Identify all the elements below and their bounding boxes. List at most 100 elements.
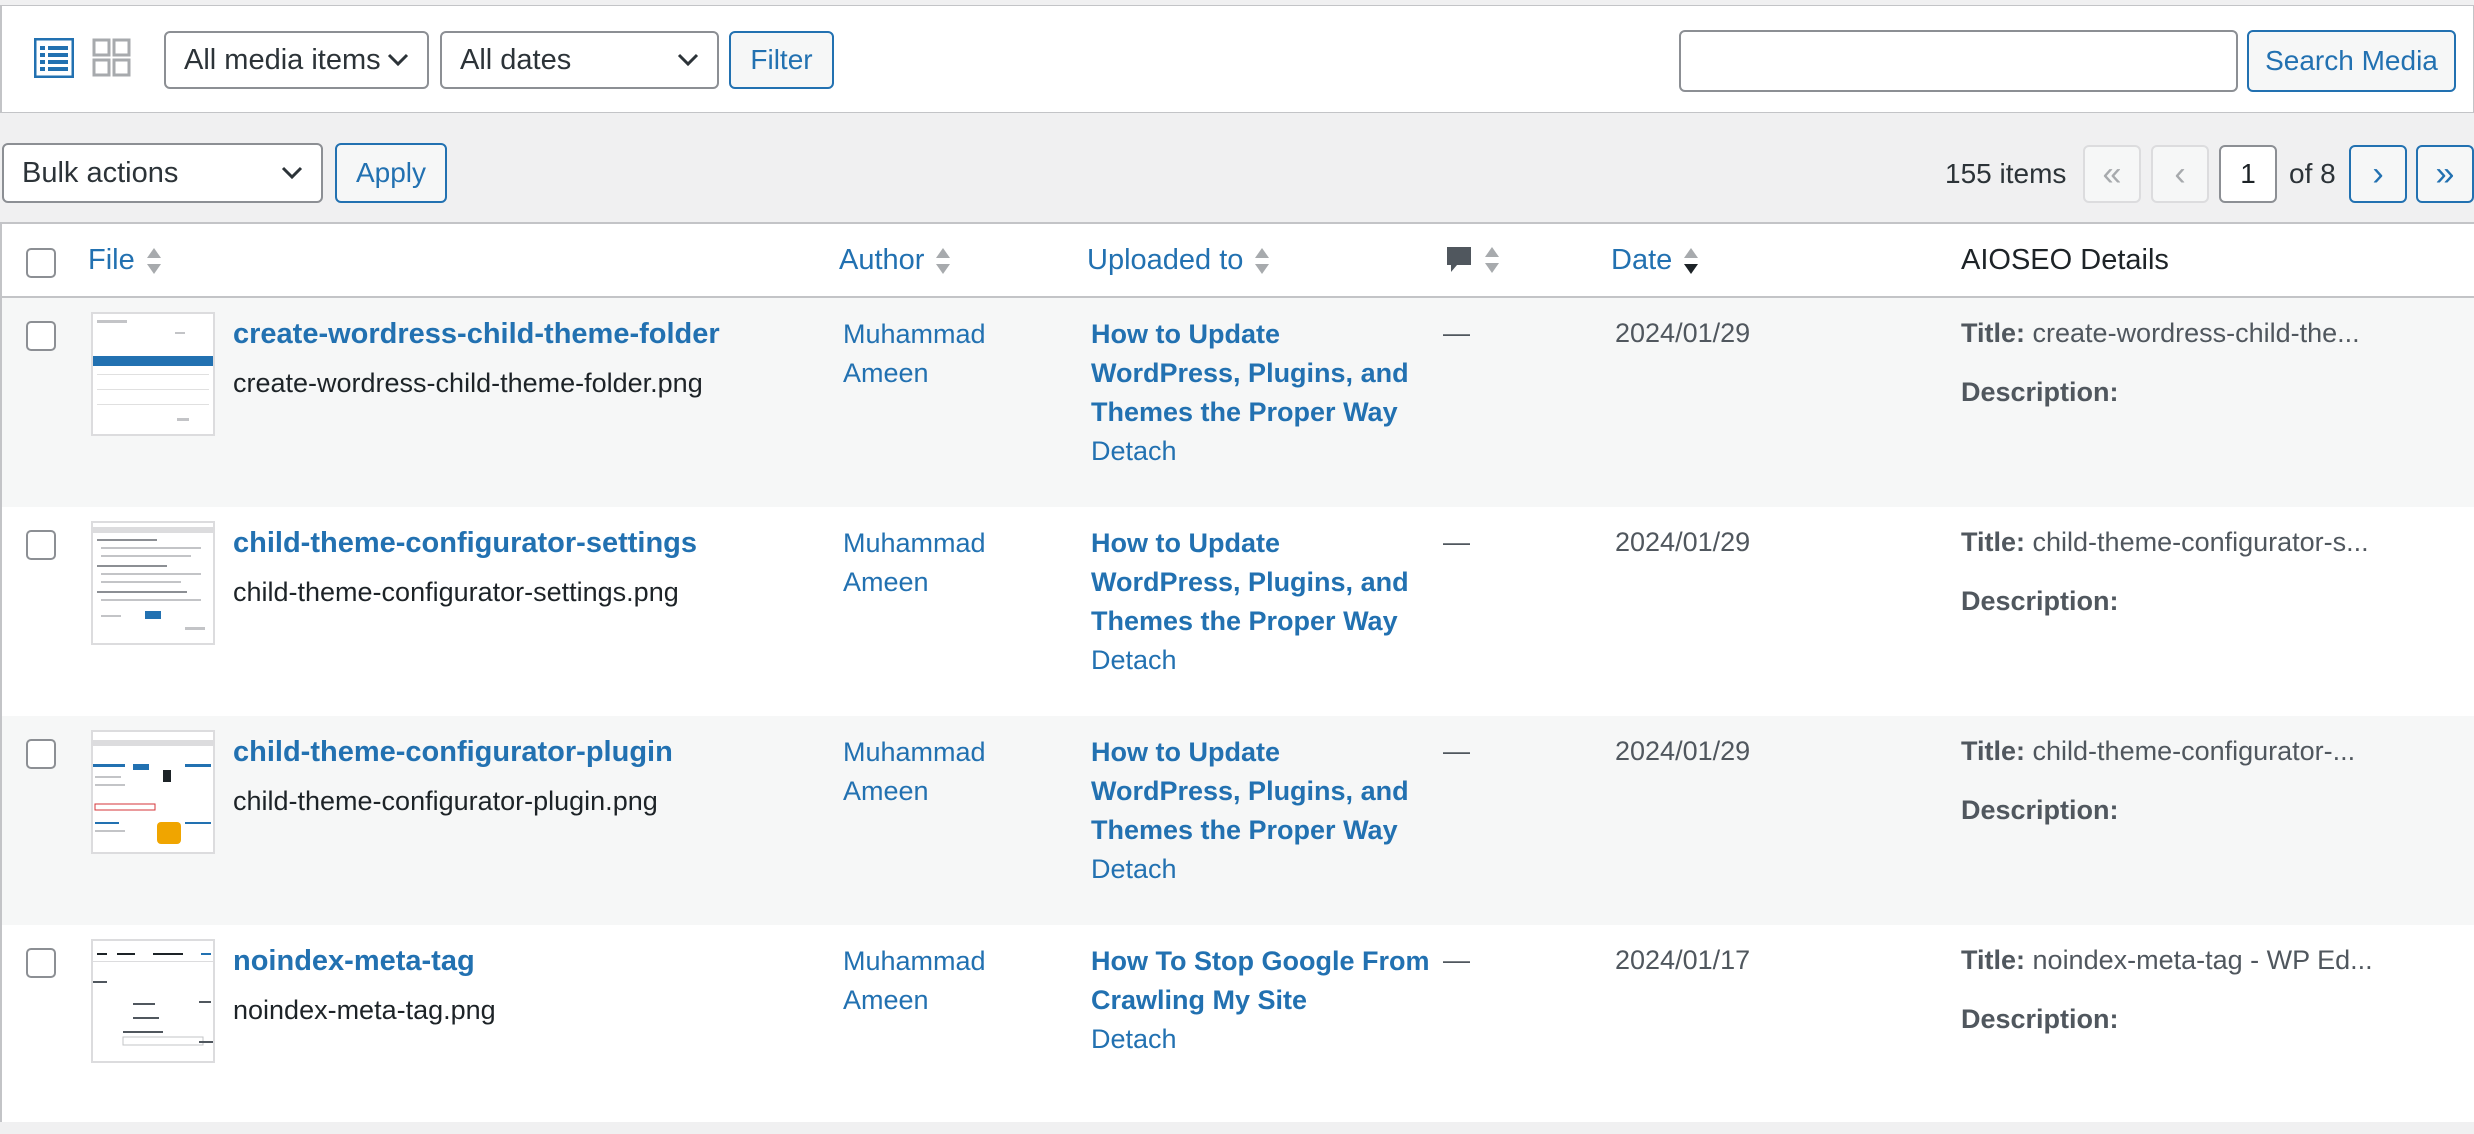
aioseo-title-label: Title: [1961,945,2026,975]
uploaded-to-cell: How to Update WordPress, Plugins, and Th… [1091,524,1431,680]
media-type-select-value: All media items [184,43,381,76]
media-title-link[interactable]: create-wordress-child-theme-folder [233,318,720,351]
sort-icon [1255,247,1270,274]
sort-icon [936,247,951,274]
table-row: child-theme-configurator-settings child-… [2,507,2474,716]
media-table: File Author Uploaded to Date AIOSEO Deta… [0,222,2474,1122]
column-uploaded-to-label: Uploaded to [1087,244,1244,276]
column-comments[interactable] [1445,244,1501,276]
media-toolbar: All media items All dates Filter Search … [0,5,2474,113]
grid-view-icon[interactable] [92,38,134,80]
aioseo-title-label: Title: [1961,527,2026,557]
comment-count: — [1443,318,1470,348]
author-last-name: Ameen [843,776,929,806]
next-page-button[interactable]: › [2349,145,2407,203]
media-thumbnail[interactable] [91,730,215,854]
table-row: child-theme-configurator-plugin child-th… [2,716,2474,925]
list-view-icon[interactable] [33,37,76,80]
parent-post-link[interactable]: How to Update WordPress, Plugins, and Th… [1091,737,1409,845]
bulk-actions-value: Bulk actions [22,156,179,189]
row-checkbox[interactable] [26,321,56,351]
search-input[interactable] [1679,30,2238,92]
aioseo-title: Title: create-wordress-child-the... [1961,318,2360,349]
comment-count: — [1443,527,1470,557]
column-date-label: Date [1611,244,1673,276]
aioseo-title-label: Title: [1961,736,2026,766]
aioseo-title-value: child-theme-configurator-... [2032,736,2356,766]
aioseo-title: Title: child-theme-configurator-... [1961,736,2355,767]
column-file[interactable]: File [88,244,163,277]
date-select-value: All dates [460,43,572,76]
column-author-label: Author [839,244,925,276]
media-thumbnail[interactable] [91,939,215,1063]
uploaded-to-cell: How to Update WordPress, Plugins, and Th… [1091,733,1431,889]
author-first-name: Muhammad [843,946,986,976]
aioseo-title-value: noindex-meta-tag - WP Ed... [2032,945,2373,975]
sort-icon [1485,247,1499,273]
column-aioseo: AIOSEO Details [1961,244,2169,276]
aioseo-title: Title: noindex-meta-tag - WP Ed... [1961,945,2373,976]
aioseo-title-value: child-theme-configurator-s... [2032,527,2369,557]
column-author[interactable]: Author [839,244,952,277]
upload-date: 2024/01/29 [1615,736,1751,766]
media-filename: child-theme-configurator-plugin.png [233,786,658,816]
sort-desc-icon [1684,247,1699,274]
table-row: noindex-meta-tag noindex-meta-tag.png Mu… [2,925,2474,1134]
search-media-button[interactable]: Search Media [2247,30,2456,92]
chevron-down-icon [387,53,409,67]
author-last-name: Ameen [843,567,929,597]
comment-count: — [1443,736,1470,766]
author-first-name: Muhammad [843,737,986,767]
bulk-actions-select[interactable]: Bulk actions [2,143,323,203]
items-count: 155 items [1945,158,2067,189]
media-type-select[interactable]: All media items [164,31,429,89]
table-header: File Author Uploaded to Date AIOSEO Deta… [2,224,2474,298]
apply-button[interactable]: Apply [335,143,447,203]
parent-post-link[interactable]: How to Update WordPress, Plugins, and Th… [1091,319,1409,427]
column-date[interactable]: Date [1611,244,1700,277]
table-row: create-wordress-child-theme-folder creat… [2,298,2474,507]
author-link[interactable]: Muhammad Ameen [843,524,986,602]
sort-icon [146,247,161,274]
filter-button[interactable]: Filter [729,31,834,89]
column-uploaded-to[interactable]: Uploaded to [1087,244,1271,277]
row-checkbox[interactable] [26,948,56,978]
media-filename: child-theme-configurator-settings.png [233,577,679,607]
detach-link[interactable]: Detach [1091,432,1431,471]
upload-date: 2024/01/17 [1615,945,1751,975]
parent-post-link[interactable]: How To Stop Google From Crawling My Site [1091,946,1429,1015]
last-page-button[interactable]: » [2416,145,2474,203]
aioseo-title-value: create-wordress-child-the... [2032,318,2360,348]
author-link[interactable]: Muhammad Ameen [843,315,986,393]
row-checkbox[interactable] [26,739,56,769]
upload-date: 2024/01/29 [1615,527,1751,557]
upload-date: 2024/01/29 [1615,318,1751,348]
row-checkbox[interactable] [26,530,56,560]
aioseo-description-label: Description: [1961,586,2119,616]
select-all-checkbox[interactable] [26,248,56,278]
author-link[interactable]: Muhammad Ameen [843,733,986,811]
aioseo-description-label: Description: [1961,377,2119,407]
media-title-link[interactable]: child-theme-configurator-settings [233,527,697,560]
detach-link[interactable]: Detach [1091,641,1431,680]
uploaded-to-cell: How To Stop Google From Crawling My Site… [1091,942,1431,1059]
media-thumbnail[interactable] [91,521,215,645]
author-link[interactable]: Muhammad Ameen [843,942,986,1020]
author-last-name: Ameen [843,358,929,388]
detach-link[interactable]: Detach [1091,850,1431,889]
media-filename: noindex-meta-tag.png [233,995,496,1025]
detach-link[interactable]: Detach [1091,1020,1431,1059]
first-page-button: « [2083,145,2141,203]
chevron-down-icon [281,166,303,180]
media-filename: create-wordress-child-theme-folder.png [233,368,703,398]
parent-post-link[interactable]: How to Update WordPress, Plugins, and Th… [1091,528,1409,636]
date-select[interactable]: All dates [440,31,719,89]
media-title-link[interactable]: noindex-meta-tag [233,945,475,978]
current-page-input[interactable]: 1 [2219,145,2277,203]
media-thumbnail[interactable] [91,312,215,436]
author-last-name: Ameen [843,985,929,1015]
aioseo-description-label: Description: [1961,795,2119,825]
media-title-link[interactable]: child-theme-configurator-plugin [233,736,673,769]
prev-page-button: ‹ [2151,145,2209,203]
author-first-name: Muhammad [843,528,986,558]
